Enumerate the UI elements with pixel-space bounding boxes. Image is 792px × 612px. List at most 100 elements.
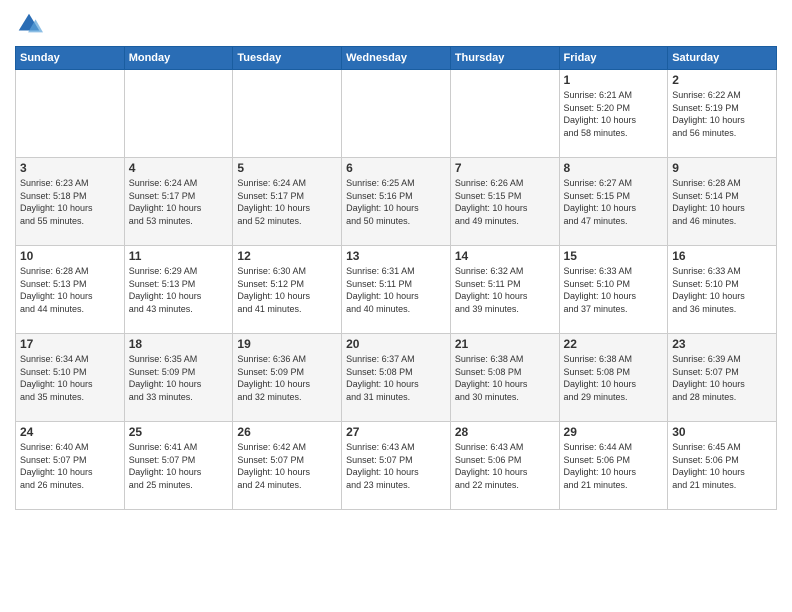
calendar-cell [233,70,342,158]
day-info: Sunrise: 6:35 AM Sunset: 5:09 PM Dayligh… [129,353,229,403]
calendar-cell: 25Sunrise: 6:41 AM Sunset: 5:07 PM Dayli… [124,422,233,510]
day-number: 5 [237,161,337,175]
calendar-cell: 26 Sunrise: 6:42 AM Sunset: 5:07 PM Dayli… [233,422,342,510]
day-info: Sunrise: 6:34 AM Sunset: 5:10 PM Dayligh… [20,353,120,403]
day-info: Sunrise: 6:29 AM Sunset: 5:13 PM Dayligh… [129,265,229,315]
day-number: 11 [129,249,229,263]
day-number: 30 [672,425,772,439]
week-row-3: 17 Sunrise: 6:34 AM Sunset: 5:10 PM Dayli… [16,334,777,422]
weekday-tuesday: Tuesday [233,47,342,70]
day-info: Sunrise: 6:39 AM Sunset: 5:07 PM Dayligh… [672,353,772,403]
day-number: 3 [20,161,120,175]
day-number: 10 [20,249,120,263]
calendar-cell: 5 Sunrise: 6:24 AM Sunset: 5:17 PM Daylig… [233,158,342,246]
calendar-cell [342,70,451,158]
calendar-cell: 27Sunrise: 6:43 AM Sunset: 5:07 PM Dayli… [342,422,451,510]
day-info: Sunrise: 6:28 AM Sunset: 5:14 PM Dayligh… [672,177,772,227]
day-info: Sunrise: 6:37 AM Sunset: 5:08 PM Dayligh… [346,353,446,403]
day-info: Sunrise: 6:36 AM Sunset: 5:09 PM Dayligh… [237,353,337,403]
day-info: Sunrise: 6:33 AM Sunset: 5:10 PM Dayligh… [564,265,664,315]
week-row-0: 1 Sunrise: 6:21 AM Sunset: 5:20 PM Daylig… [16,70,777,158]
day-info: Sunrise: 6:38 AM Sunset: 5:08 PM Dayligh… [564,353,664,403]
header [15,10,777,38]
calendar-cell: 28Sunrise: 6:43 AM Sunset: 5:06 PM Dayli… [450,422,559,510]
calendar-cell [16,70,125,158]
day-number: 2 [672,73,772,87]
day-info: Sunrise: 6:32 AM Sunset: 5:11 PM Dayligh… [455,265,555,315]
day-number: 4 [129,161,229,175]
day-number: 27 [346,425,446,439]
calendar-cell: 23 Sunrise: 6:39 AM Sunset: 5:07 PM Dayli… [668,334,777,422]
calendar-cell: 14 Sunrise: 6:32 AM Sunset: 5:11 PM Dayli… [450,246,559,334]
calendar-cell: 22 Sunrise: 6:38 AM Sunset: 5:08 PM Dayli… [559,334,668,422]
day-info: Sunrise: 6:30 AM Sunset: 5:12 PM Dayligh… [237,265,337,315]
weekday-header-row: SundayMondayTuesdayWednesdayThursdayFrid… [16,47,777,70]
day-info: Sunrise: 6:24 AM Sunset: 5:17 PM Dayligh… [129,177,229,227]
weekday-sunday: Sunday [16,47,125,70]
day-number: 22 [564,337,664,351]
weekday-friday: Friday [559,47,668,70]
day-number: 13 [346,249,446,263]
calendar-cell: 16 Sunrise: 6:33 AM Sunset: 5:10 PM Dayli… [668,246,777,334]
calendar-cell: 1 Sunrise: 6:21 AM Sunset: 5:20 PM Daylig… [559,70,668,158]
calendar-cell: 8Sunrise: 6:27 AM Sunset: 5:15 PM Daylig… [559,158,668,246]
day-info: Sunrise: 6:26 AM Sunset: 5:15 PM Dayligh… [455,177,555,227]
day-number: 24 [20,425,120,439]
calendar-cell: 29 Sunrise: 6:44 AM Sunset: 5:06 PM Dayli… [559,422,668,510]
day-number: 17 [20,337,120,351]
calendar-cell: 20Sunrise: 6:37 AM Sunset: 5:08 PM Dayli… [342,334,451,422]
weekday-wednesday: Wednesday [342,47,451,70]
calendar-cell: 17 Sunrise: 6:34 AM Sunset: 5:10 PM Dayli… [16,334,125,422]
calendar-cell [450,70,559,158]
calendar-cell: 21Sunrise: 6:38 AM Sunset: 5:08 PM Dayli… [450,334,559,422]
day-number: 15 [564,249,664,263]
week-row-2: 10 Sunrise: 6:28 AM Sunset: 5:13 PM Dayli… [16,246,777,334]
calendar-cell: 18 Sunrise: 6:35 AM Sunset: 5:09 PM Dayli… [124,334,233,422]
day-info: Sunrise: 6:31 AM Sunset: 5:11 PM Dayligh… [346,265,446,315]
day-number: 21 [455,337,555,351]
calendar-cell: 6Sunrise: 6:25 AM Sunset: 5:16 PM Daylig… [342,158,451,246]
day-info: Sunrise: 6:44 AM Sunset: 5:06 PM Dayligh… [564,441,664,491]
day-number: 29 [564,425,664,439]
logo [15,10,47,38]
day-info: Sunrise: 6:42 AM Sunset: 5:07 PM Dayligh… [237,441,337,491]
calendar-cell: 12Sunrise: 6:30 AM Sunset: 5:12 PM Dayli… [233,246,342,334]
calendar-cell: 3 Sunrise: 6:23 AM Sunset: 5:18 PM Daylig… [16,158,125,246]
weekday-thursday: Thursday [450,47,559,70]
calendar-cell: 7 Sunrise: 6:26 AM Sunset: 5:15 PM Daylig… [450,158,559,246]
day-number: 19 [237,337,337,351]
week-row-4: 24 Sunrise: 6:40 AM Sunset: 5:07 PM Dayli… [16,422,777,510]
day-info: Sunrise: 6:24 AM Sunset: 5:17 PM Dayligh… [237,177,337,227]
weekday-monday: Monday [124,47,233,70]
calendar-cell: 15 Sunrise: 6:33 AM Sunset: 5:10 PM Dayli… [559,246,668,334]
day-number: 14 [455,249,555,263]
day-number: 23 [672,337,772,351]
calendar-cell: 24 Sunrise: 6:40 AM Sunset: 5:07 PM Dayli… [16,422,125,510]
day-number: 9 [672,161,772,175]
weekday-saturday: Saturday [668,47,777,70]
page: SundayMondayTuesdayWednesdayThursdayFrid… [0,0,792,612]
logo-icon [15,10,43,38]
day-number: 1 [564,73,664,87]
day-info: Sunrise: 6:27 AM Sunset: 5:15 PM Dayligh… [564,177,664,227]
calendar-cell: 30 Sunrise: 6:45 AM Sunset: 5:06 PM Dayli… [668,422,777,510]
day-info: Sunrise: 6:40 AM Sunset: 5:07 PM Dayligh… [20,441,120,491]
day-info: Sunrise: 6:23 AM Sunset: 5:18 PM Dayligh… [20,177,120,227]
day-info: Sunrise: 6:33 AM Sunset: 5:10 PM Dayligh… [672,265,772,315]
calendar: SundayMondayTuesdayWednesdayThursdayFrid… [15,46,777,510]
day-number: 18 [129,337,229,351]
calendar-cell [124,70,233,158]
day-number: 7 [455,161,555,175]
calendar-cell: 19 Sunrise: 6:36 AM Sunset: 5:09 PM Dayli… [233,334,342,422]
day-info: Sunrise: 6:45 AM Sunset: 5:06 PM Dayligh… [672,441,772,491]
day-number: 26 [237,425,337,439]
calendar-cell: 11 Sunrise: 6:29 AM Sunset: 5:13 PM Dayli… [124,246,233,334]
day-number: 25 [129,425,229,439]
day-number: 16 [672,249,772,263]
day-info: Sunrise: 6:21 AM Sunset: 5:20 PM Dayligh… [564,89,664,139]
calendar-cell: 2 Sunrise: 6:22 AM Sunset: 5:19 PM Daylig… [668,70,777,158]
calendar-cell: 10 Sunrise: 6:28 AM Sunset: 5:13 PM Dayli… [16,246,125,334]
day-info: Sunrise: 6:22 AM Sunset: 5:19 PM Dayligh… [672,89,772,139]
calendar-cell: 13 Sunrise: 6:31 AM Sunset: 5:11 PM Dayli… [342,246,451,334]
day-info: Sunrise: 6:28 AM Sunset: 5:13 PM Dayligh… [20,265,120,315]
